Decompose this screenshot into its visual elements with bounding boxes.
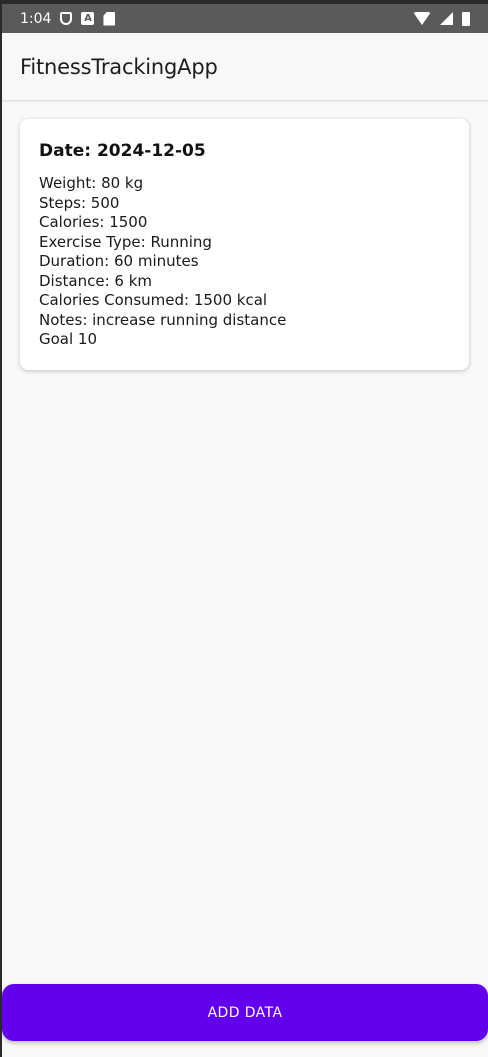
entry-weight: Weight: 80 kg	[39, 174, 144, 192]
fitness-entry-card[interactable]: Date: 2024-12-05 Weight: 80 kg Steps: 50…	[20, 119, 469, 370]
entry-date: Date: 2024-12-05	[39, 141, 206, 161]
entry-goal: Goal 10	[39, 330, 98, 348]
entry-calories-consumed: Calories Consumed: 1500 kcal	[39, 291, 268, 309]
signal-icon	[440, 12, 453, 25]
status-bar: 1:04 A	[2, 4, 488, 33]
entry-duration: Duration: 60 minutes	[39, 252, 199, 270]
app-screen: 1:04 A FitnessTrackingApp Date: 2024-12-…	[2, 4, 488, 1057]
app-bar: FitnessTrackingApp	[2, 33, 488, 101]
add-data-button[interactable]: ADD DATA	[2, 984, 488, 1041]
wifi-icon	[413, 12, 431, 25]
entry-notes: Notes: increase running distance	[39, 310, 287, 329]
shield-icon	[60, 12, 73, 25]
entry-distance: Distance: 6 km	[39, 271, 153, 290]
entry-exercise-type: Exercise Type: Running	[39, 232, 212, 251]
status-time: 1:04	[20, 10, 52, 27]
status-left-group: 1:04 A	[20, 10, 116, 27]
app-title: FitnessTrackingApp	[20, 54, 218, 79]
battery-icon	[462, 11, 470, 26]
entry-steps: Steps: 500	[39, 193, 120, 212]
status-right-group	[413, 11, 470, 26]
a-icon: A	[81, 12, 95, 25]
entry-calories: Calories: 1500	[39, 213, 148, 231]
sd-card-icon	[103, 11, 116, 26]
